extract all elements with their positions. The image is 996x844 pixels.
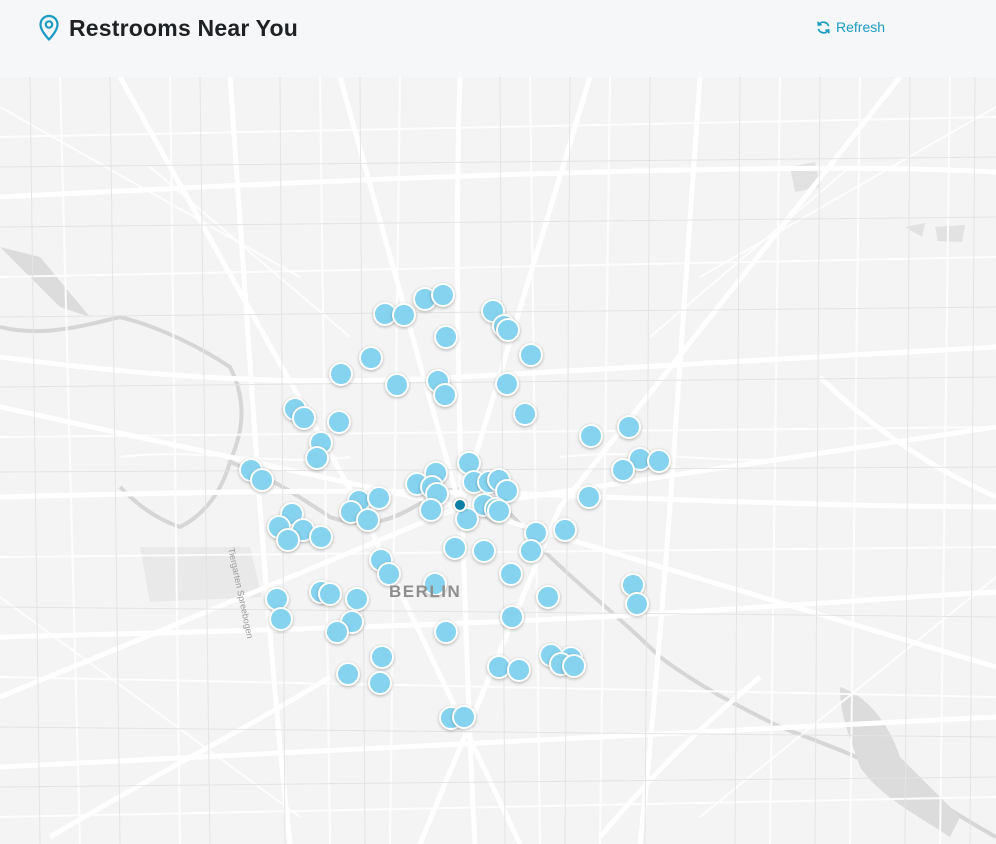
map-base-layer xyxy=(0,77,996,844)
restroom-marker[interactable] xyxy=(500,605,524,629)
restroom-marker[interactable] xyxy=(507,658,531,682)
restroom-marker[interactable] xyxy=(269,607,293,631)
user-location-marker xyxy=(453,498,467,512)
restroom-marker[interactable] xyxy=(434,620,458,644)
restroom-marker[interactable] xyxy=(579,424,603,448)
city-label: BERLIN xyxy=(389,582,462,601)
title-group: Restrooms Near You xyxy=(38,14,298,42)
map-pin-icon xyxy=(38,14,60,42)
restroom-marker[interactable] xyxy=(327,410,351,434)
restroom-marker[interactable] xyxy=(356,508,380,532)
restroom-marker[interactable] xyxy=(370,645,394,669)
restroom-marker[interactable] xyxy=(325,620,349,644)
restroom-marker[interactable] xyxy=(487,499,511,523)
restroom-marker[interactable] xyxy=(452,705,476,729)
restroom-marker[interactable] xyxy=(419,498,443,522)
restroom-marker[interactable] xyxy=(472,539,496,563)
restroom-marker[interactable] xyxy=(385,373,409,397)
restroom-marker[interactable] xyxy=(318,582,342,606)
restroom-map[interactable]: Tiergarten Spreebogen BERLIN xyxy=(0,77,996,844)
restroom-marker[interactable] xyxy=(647,449,671,473)
restroom-marker[interactable] xyxy=(496,318,520,342)
restroom-marker[interactable] xyxy=(329,362,353,386)
refresh-button[interactable]: Refresh xyxy=(816,19,885,35)
restroom-marker[interactable] xyxy=(495,372,519,396)
restroom-marker[interactable] xyxy=(250,468,274,492)
restroom-marker[interactable] xyxy=(433,383,457,407)
app-header: Restrooms Near You Refresh xyxy=(0,0,996,77)
restroom-marker[interactable] xyxy=(392,303,416,327)
restroom-marker[interactable] xyxy=(431,283,455,307)
restroom-marker[interactable] xyxy=(292,406,316,430)
restroom-marker[interactable] xyxy=(434,325,458,349)
restroom-marker[interactable] xyxy=(499,562,523,586)
restroom-marker[interactable] xyxy=(359,346,383,370)
restroom-marker[interactable] xyxy=(367,486,391,510)
restroom-marker[interactable] xyxy=(519,539,543,563)
restroom-marker[interactable] xyxy=(625,592,649,616)
refresh-label: Refresh xyxy=(836,19,886,35)
restroom-marker[interactable] xyxy=(562,654,586,678)
restroom-marker[interactable] xyxy=(345,587,369,611)
page-title: Restrooms Near You xyxy=(69,14,298,41)
restroom-marker[interactable] xyxy=(336,662,360,686)
restroom-marker[interactable] xyxy=(513,402,537,426)
restroom-marker[interactable] xyxy=(305,446,329,470)
restroom-marker[interactable] xyxy=(276,528,300,552)
restroom-marker[interactable] xyxy=(611,458,635,482)
restroom-marker[interactable] xyxy=(368,671,392,695)
restroom-marker[interactable] xyxy=(577,485,601,509)
restroom-marker[interactable] xyxy=(553,518,577,542)
restroom-marker[interactable] xyxy=(617,415,641,439)
restroom-marker[interactable] xyxy=(519,343,543,367)
restroom-marker[interactable] xyxy=(309,525,333,549)
refresh-icon xyxy=(816,20,831,35)
restroom-marker[interactable] xyxy=(443,536,467,560)
restroom-marker[interactable] xyxy=(536,585,560,609)
